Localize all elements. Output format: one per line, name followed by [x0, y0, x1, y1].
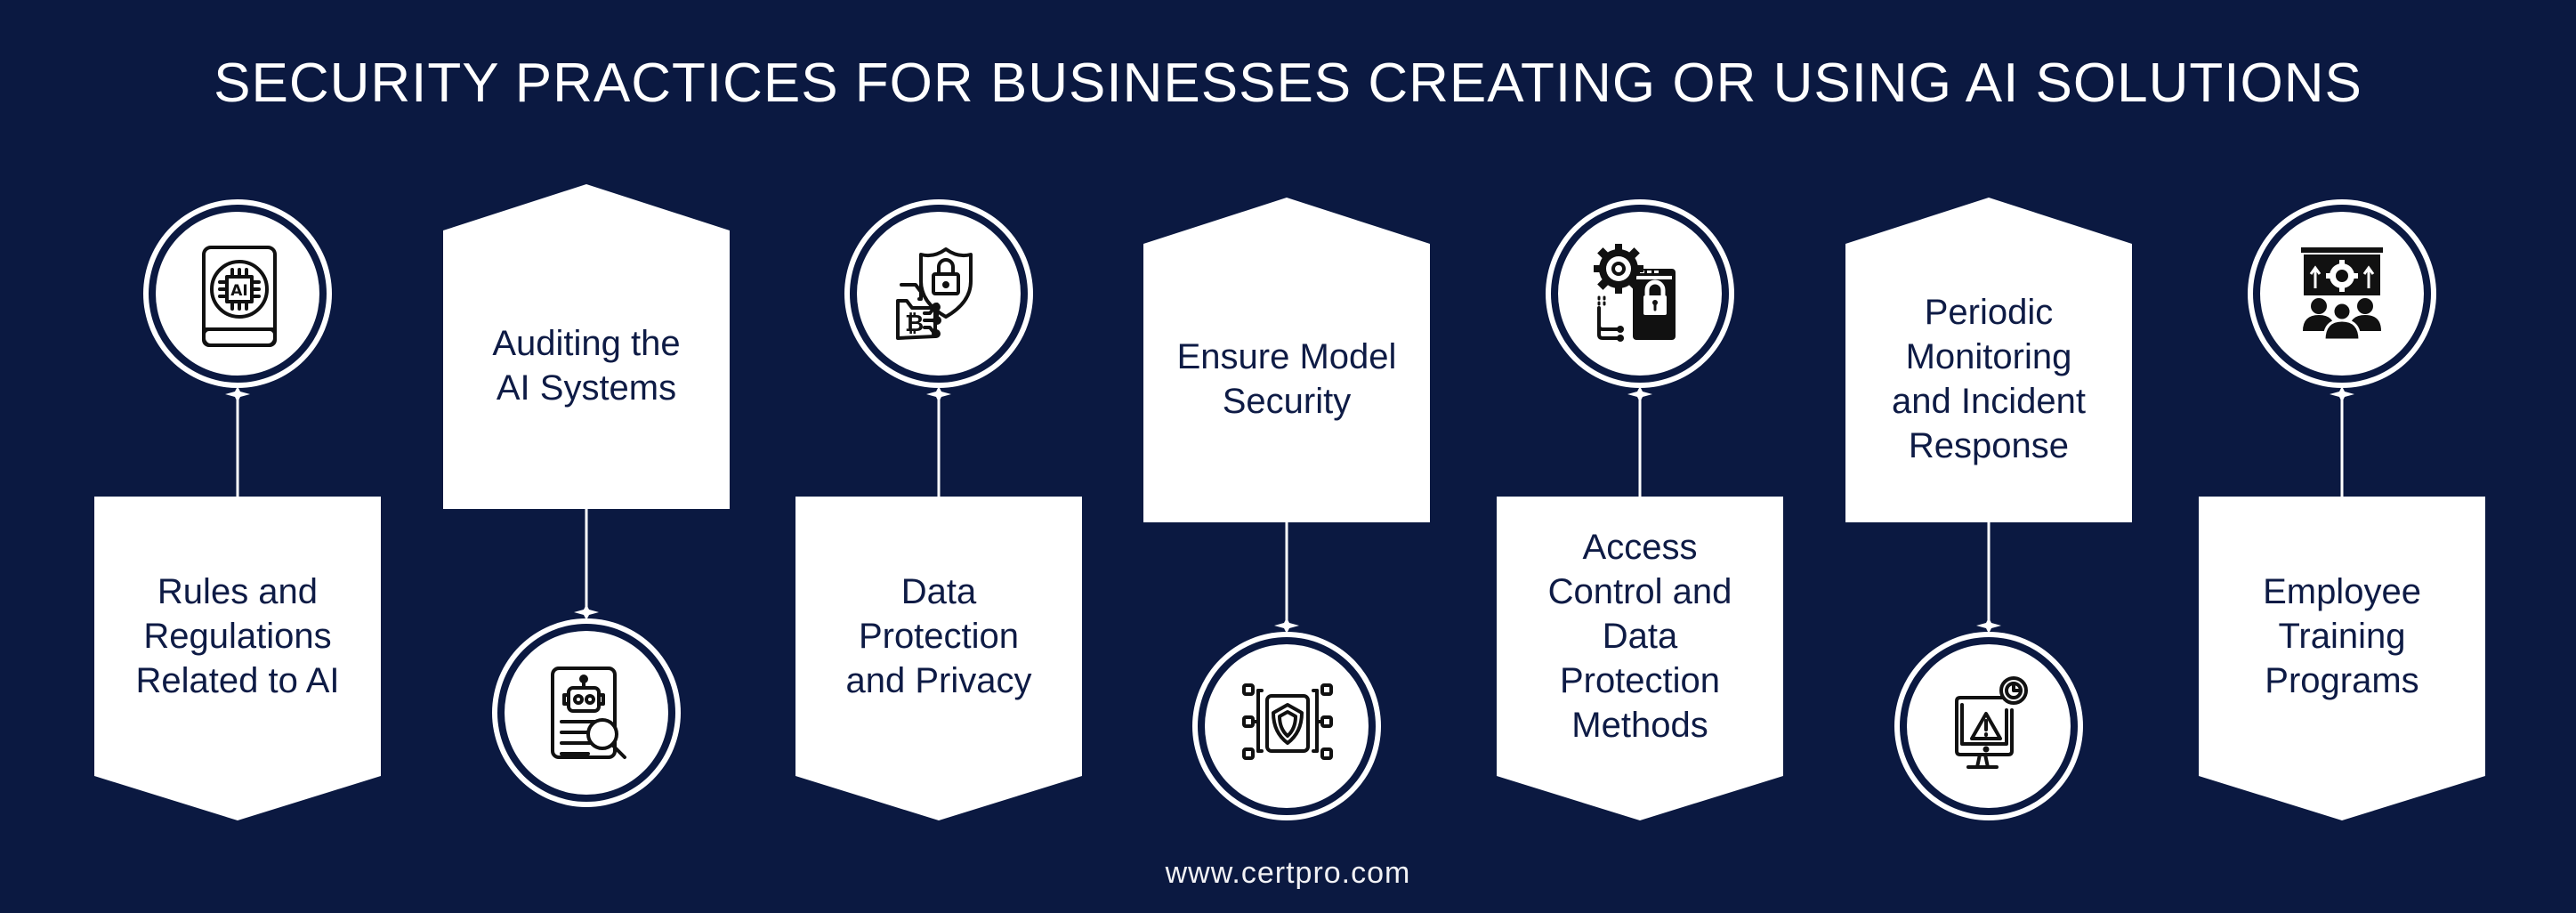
ai-book-icon-badge	[143, 199, 332, 388]
website-url: www.certpro.com	[1165, 856, 1411, 890]
step-label-line: Regulations	[143, 617, 332, 656]
connector-star	[1976, 618, 2001, 634]
step-label-line: Response	[1908, 425, 2070, 465]
connector-star	[1274, 618, 1299, 634]
step-label-line: Protection	[858, 617, 1020, 656]
badge-inner-disc	[1907, 644, 2071, 808]
step-label-line: Access	[1582, 528, 1698, 567]
connector-star	[2330, 386, 2354, 402]
step-label-line: Data	[1602, 617, 1678, 656]
step-label-line: Security	[1222, 381, 1352, 421]
connector-star	[574, 604, 599, 620]
connector-star	[926, 386, 951, 402]
training-presentation-icon-badge	[2248, 199, 2436, 388]
robot-document-search-icon-badge	[492, 618, 681, 807]
step-label: Periodic Monitoring and Incident Response	[1855, 235, 2122, 522]
step-label: Access Control and Data Protection Methods	[1506, 497, 1773, 776]
training-presentation-icon	[2299, 246, 2385, 342]
step-label: Rules and Regulations Related to AI	[104, 497, 371, 776]
connector-star	[1627, 386, 1652, 402]
step-label-line: Control and	[1547, 572, 1732, 611]
step-label-line: Training	[2278, 617, 2406, 656]
step-label-line: Employee	[2263, 572, 2421, 611]
gear-lock-window-icon-badge	[1546, 199, 1734, 388]
step-label-line: and Incident	[1892, 381, 2086, 421]
step-label-line: Rules and	[157, 572, 319, 611]
badge-inner-disc	[1205, 644, 1369, 808]
folder-shield-lock-icon-badge	[844, 199, 1033, 388]
step-label-line: Protection	[1559, 661, 1721, 700]
step-label-line: Periodic	[1924, 292, 2054, 332]
step-label-line: Methods	[1571, 706, 1708, 745]
step-label-line: Programs	[2265, 661, 2419, 700]
step-label-line: Data	[900, 572, 977, 611]
step-label-line: Related to AI	[135, 661, 340, 700]
step-label: Auditing the AI Systems	[453, 222, 720, 509]
step-label: Data Protection and Privacy	[805, 497, 1072, 776]
step-label-line: AI Systems	[496, 368, 677, 408]
step-label-line: Monitoring	[1905, 336, 2072, 376]
step-label-line: Ensure Model	[1176, 336, 1397, 376]
connector-star	[225, 386, 250, 402]
model-shield-icon-badge	[1192, 632, 1381, 820]
step-label-line: and Privacy	[845, 661, 1032, 700]
step-label: Ensure Model Security	[1153, 235, 1420, 522]
step-label-line: Auditing the	[492, 323, 681, 363]
step-label: Employee Training Programs	[2209, 497, 2475, 776]
monitor-warning-icon-badge	[1894, 632, 2083, 820]
